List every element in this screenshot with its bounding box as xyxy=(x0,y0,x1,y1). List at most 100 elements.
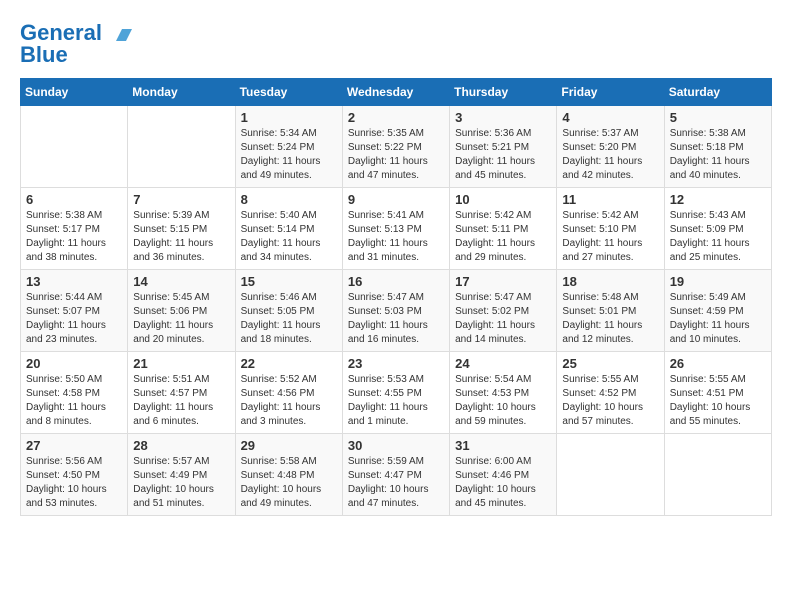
calendar-cell: 1 Sunrise: 5:34 AM Sunset: 5:24 PM Daylig… xyxy=(235,106,342,188)
calendar-cell: 14 Sunrise: 5:45 AM Sunset: 5:06 PM Dayli… xyxy=(128,270,235,352)
calendar-cell xyxy=(664,434,771,516)
day-info: Sunrise: 5:57 AM Sunset: 4:49 PM Dayligh… xyxy=(133,455,229,511)
weekday-header: Saturday xyxy=(664,79,771,106)
day-info: Sunrise: 5:38 AM Sunset: 5:17 PM Dayligh… xyxy=(26,209,122,265)
day-number: 24 xyxy=(455,356,551,371)
day-number: 4 xyxy=(562,110,658,125)
calendar-cell: 24 Sunrise: 5:54 AM Sunset: 4:53 PM Dayli… xyxy=(450,352,557,434)
day-number: 20 xyxy=(26,356,122,371)
calendar-week-row: 6 Sunrise: 5:38 AM Sunset: 5:17 PM Daylig… xyxy=(21,188,772,270)
day-info: Sunrise: 5:51 AM Sunset: 4:57 PM Dayligh… xyxy=(133,373,229,429)
day-number: 17 xyxy=(455,274,551,289)
calendar-cell xyxy=(557,434,664,516)
calendar-cell: 22 Sunrise: 5:52 AM Sunset: 4:56 PM Dayli… xyxy=(235,352,342,434)
weekday-header: Monday xyxy=(128,79,235,106)
calendar-cell xyxy=(21,106,128,188)
weekday-header-row: SundayMondayTuesdayWednesdayThursdayFrid… xyxy=(21,79,772,106)
calendar-cell: 4 Sunrise: 5:37 AM Sunset: 5:20 PM Daylig… xyxy=(557,106,664,188)
calendar-cell: 27 Sunrise: 5:56 AM Sunset: 4:50 PM Dayli… xyxy=(21,434,128,516)
calendar-cell xyxy=(128,106,235,188)
day-number: 15 xyxy=(241,274,337,289)
day-number: 31 xyxy=(455,438,551,453)
day-number: 19 xyxy=(670,274,766,289)
day-info: Sunrise: 5:59 AM Sunset: 4:47 PM Dayligh… xyxy=(348,455,444,511)
day-info: Sunrise: 5:42 AM Sunset: 5:11 PM Dayligh… xyxy=(455,209,551,265)
day-info: Sunrise: 5:56 AM Sunset: 4:50 PM Dayligh… xyxy=(26,455,122,511)
day-number: 18 xyxy=(562,274,658,289)
calendar-table: SundayMondayTuesdayWednesdayThursdayFrid… xyxy=(20,78,772,516)
calendar-cell: 9Sunrise: 5:41 AM Sunset: 5:13 PM Daylig… xyxy=(342,188,449,270)
calendar-cell: 16Sunrise: 5:47 AM Sunset: 5:03 PM Dayli… xyxy=(342,270,449,352)
calendar-cell: 13 Sunrise: 5:44 AM Sunset: 5:07 PM Dayli… xyxy=(21,270,128,352)
calendar-cell: 5Sunrise: 5:38 AM Sunset: 5:18 PM Daylig… xyxy=(664,106,771,188)
day-info: Sunrise: 5:40 AM Sunset: 5:14 PM Dayligh… xyxy=(241,209,337,265)
day-number: 28 xyxy=(133,438,229,453)
day-info: Sunrise: 5:55 AM Sunset: 4:52 PM Dayligh… xyxy=(562,373,658,429)
calendar-cell: 12 Sunrise: 5:43 AM Sunset: 5:09 PM Dayli… xyxy=(664,188,771,270)
day-info: Sunrise: 5:39 AM Sunset: 5:15 PM Dayligh… xyxy=(133,209,229,265)
day-number: 21 xyxy=(133,356,229,371)
calendar-cell: 3Sunrise: 5:36 AM Sunset: 5:21 PM Daylig… xyxy=(450,106,557,188)
calendar-cell: 20 Sunrise: 5:50 AM Sunset: 4:58 PM Dayli… xyxy=(21,352,128,434)
day-info: Sunrise: 5:50 AM Sunset: 4:58 PM Dayligh… xyxy=(26,373,122,429)
day-info: Sunrise: 5:55 AM Sunset: 4:51 PM Dayligh… xyxy=(670,373,766,429)
day-info: Sunrise: 6:00 AM Sunset: 4:46 PM Dayligh… xyxy=(455,455,551,511)
day-number: 8 xyxy=(241,192,337,207)
day-info: Sunrise: 5:36 AM Sunset: 5:21 PM Dayligh… xyxy=(455,127,551,183)
day-info: Sunrise: 5:37 AM Sunset: 5:20 PM Dayligh… xyxy=(562,127,658,183)
calendar-cell: 7 Sunrise: 5:39 AM Sunset: 5:15 PM Daylig… xyxy=(128,188,235,270)
day-info: Sunrise: 5:47 AM Sunset: 5:03 PM Dayligh… xyxy=(348,291,444,347)
day-number: 6 xyxy=(26,192,122,207)
calendar-cell: 10 Sunrise: 5:42 AM Sunset: 5:11 PM Dayli… xyxy=(450,188,557,270)
calendar-week-row: 13 Sunrise: 5:44 AM Sunset: 5:07 PM Dayli… xyxy=(21,270,772,352)
day-info: Sunrise: 5:35 AM Sunset: 5:22 PM Dayligh… xyxy=(348,127,444,183)
day-number: 2 xyxy=(348,110,444,125)
day-number: 30 xyxy=(348,438,444,453)
day-number: 22 xyxy=(241,356,337,371)
day-number: 12 xyxy=(670,192,766,207)
calendar-cell: 29Sunrise: 5:58 AM Sunset: 4:48 PM Dayli… xyxy=(235,434,342,516)
calendar-cell: 11Sunrise: 5:42 AM Sunset: 5:10 PM Dayli… xyxy=(557,188,664,270)
logo: General Blue xyxy=(20,20,132,68)
logo-icon xyxy=(110,23,132,45)
calendar-cell: 6 Sunrise: 5:38 AM Sunset: 5:17 PM Daylig… xyxy=(21,188,128,270)
calendar-cell: 25 Sunrise: 5:55 AM Sunset: 4:52 PM Dayli… xyxy=(557,352,664,434)
page-header: General Blue xyxy=(20,20,772,68)
day-info: Sunrise: 5:42 AM Sunset: 5:10 PM Dayligh… xyxy=(562,209,658,265)
day-info: Sunrise: 5:44 AM Sunset: 5:07 PM Dayligh… xyxy=(26,291,122,347)
calendar-cell: 19 Sunrise: 5:49 AM Sunset: 4:59 PM Dayli… xyxy=(664,270,771,352)
calendar-cell: 18 Sunrise: 5:48 AM Sunset: 5:01 PM Dayli… xyxy=(557,270,664,352)
day-info: Sunrise: 5:43 AM Sunset: 5:09 PM Dayligh… xyxy=(670,209,766,265)
day-info: Sunrise: 5:52 AM Sunset: 4:56 PM Dayligh… xyxy=(241,373,337,429)
day-number: 29 xyxy=(241,438,337,453)
day-info: Sunrise: 5:47 AM Sunset: 5:02 PM Dayligh… xyxy=(455,291,551,347)
day-number: 7 xyxy=(133,192,229,207)
weekday-header: Sunday xyxy=(21,79,128,106)
day-info: Sunrise: 5:53 AM Sunset: 4:55 PM Dayligh… xyxy=(348,373,444,429)
day-info: Sunrise: 5:49 AM Sunset: 4:59 PM Dayligh… xyxy=(670,291,766,347)
day-number: 13 xyxy=(26,274,122,289)
day-number: 14 xyxy=(133,274,229,289)
day-number: 25 xyxy=(562,356,658,371)
calendar-cell: 30 Sunrise: 5:59 AM Sunset: 4:47 PM Dayli… xyxy=(342,434,449,516)
day-info: Sunrise: 5:34 AM Sunset: 5:24 PM Dayligh… xyxy=(241,127,337,183)
calendar-week-row: 20 Sunrise: 5:50 AM Sunset: 4:58 PM Dayli… xyxy=(21,352,772,434)
calendar-cell: 8 Sunrise: 5:40 AM Sunset: 5:14 PM Daylig… xyxy=(235,188,342,270)
day-info: Sunrise: 5:54 AM Sunset: 4:53 PM Dayligh… xyxy=(455,373,551,429)
calendar-week-row: 1 Sunrise: 5:34 AM Sunset: 5:24 PM Daylig… xyxy=(21,106,772,188)
day-number: 10 xyxy=(455,192,551,207)
day-info: Sunrise: 5:38 AM Sunset: 5:18 PM Dayligh… xyxy=(670,127,766,183)
calendar-cell: 28 Sunrise: 5:57 AM Sunset: 4:49 PM Dayli… xyxy=(128,434,235,516)
day-info: Sunrise: 5:45 AM Sunset: 5:06 PM Dayligh… xyxy=(133,291,229,347)
calendar-week-row: 27 Sunrise: 5:56 AM Sunset: 4:50 PM Dayli… xyxy=(21,434,772,516)
calendar-cell: 26 Sunrise: 5:55 AM Sunset: 4:51 PM Dayli… xyxy=(664,352,771,434)
weekday-header: Wednesday xyxy=(342,79,449,106)
day-number: 27 xyxy=(26,438,122,453)
calendar-cell: 2 Sunrise: 5:35 AM Sunset: 5:22 PM Daylig… xyxy=(342,106,449,188)
day-number: 26 xyxy=(670,356,766,371)
day-info: Sunrise: 5:46 AM Sunset: 5:05 PM Dayligh… xyxy=(241,291,337,347)
calendar-cell: 15 Sunrise: 5:46 AM Sunset: 5:05 PM Dayli… xyxy=(235,270,342,352)
day-number: 23 xyxy=(348,356,444,371)
day-number: 1 xyxy=(241,110,337,125)
day-info: Sunrise: 5:48 AM Sunset: 5:01 PM Dayligh… xyxy=(562,291,658,347)
